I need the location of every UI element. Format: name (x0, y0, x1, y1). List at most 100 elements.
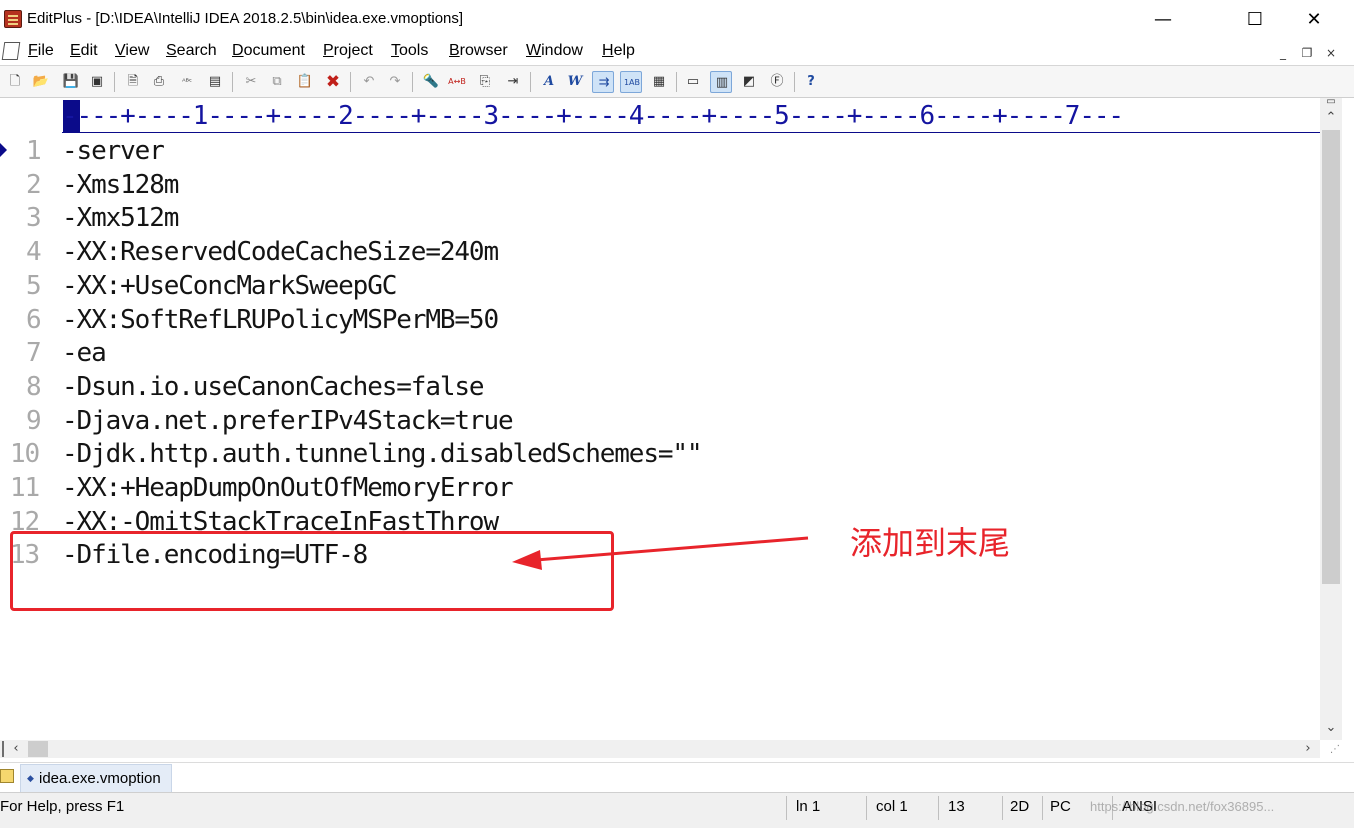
editor-line[interactable]: 5 -XX:+UseConcMarkSweepGC (0, 269, 1320, 303)
code-text[interactable]: -XX:+UseConcMarkSweepGC (62, 269, 397, 303)
menu-help[interactable]: Help (602, 42, 635, 60)
scroll-left-icon[interactable]: ‹ (6, 741, 26, 756)
goto-button[interactable]: ⇥ (502, 71, 524, 93)
modified-dot-icon: ◆ (27, 774, 34, 784)
clipboard-icon: ▤ (208, 74, 222, 89)
editor-line[interactable]: 4 -XX:ReservedCodeCacheSize=240m (0, 235, 1320, 269)
replace-button[interactable]: A↔B (446, 71, 468, 93)
scroll-down-icon[interactable]: ⌄ (1321, 720, 1341, 735)
open-button[interactable]: 📂 (30, 71, 52, 93)
editor-line[interactable]: 7 -ea (0, 336, 1320, 370)
close-button[interactable]: ✕ (1291, 6, 1337, 34)
document-close-button[interactable]: × (1320, 42, 1342, 62)
ruler-button[interactable]: ▦ (648, 71, 670, 93)
undo-button[interactable]: ↶ (358, 71, 380, 93)
redo-button[interactable]: ↷ (384, 71, 406, 93)
menu-tools[interactable]: Tools (391, 42, 428, 60)
toolbar: 🗋 📂 💾 ▣ 🗎 ⎙ ᴬᴮᶜ ▤ ✂ ⧉ 📋 ✖ ↶ ↷ 🔦 A↔B ⎘ ⇥ … (0, 65, 1354, 98)
menu-view[interactable]: View (115, 42, 149, 60)
code-text[interactable]: -XX:SoftRefLRUPolicyMSPerMB=50 (62, 303, 499, 337)
save-all-button[interactable]: ▣ (86, 71, 108, 93)
menu-search[interactable]: Search (166, 42, 217, 60)
editor-line[interactable]: 8 -Dsun.io.useCanonCaches=false (0, 370, 1320, 404)
line-number: 2 (26, 169, 42, 200)
paste-button[interactable]: 📋 (294, 71, 316, 93)
save-button[interactable]: 💾 (60, 71, 82, 93)
code-text[interactable]: -server (62, 134, 165, 168)
browser-button[interactable]: ◩ (738, 71, 760, 93)
menu-document[interactable]: Document (232, 42, 305, 60)
code-text[interactable]: -Xms128m (62, 168, 179, 202)
folder-icon[interactable] (0, 769, 14, 783)
editor-line[interactable]: 2 -Xms128m (0, 168, 1320, 202)
editor-line[interactable]: 10 -Djdk.http.auth.tunneling.disabledSche… (0, 437, 1320, 471)
cut-button[interactable]: ✂ (240, 71, 262, 93)
font-button[interactable]: A (538, 71, 560, 93)
status-column: col 1 (876, 798, 908, 815)
panel-button[interactable]: ▭ (682, 71, 704, 93)
code-text[interactable]: -XX:ReservedCodeCacheSize=240m (62, 235, 499, 269)
line-number-button[interactable]: 1AB (620, 71, 642, 93)
split-handle-icon[interactable]: ▭ (1321, 96, 1341, 107)
indent-button[interactable]: ⇉ (592, 71, 614, 93)
line-number-icon: 1AB (623, 78, 641, 87)
code-text[interactable]: -Djava.net.preferIPv4Stack=true (62, 404, 514, 438)
resize-grip-icon[interactable]: ⋰ (1330, 744, 1340, 755)
menu-browser[interactable]: Browser (449, 42, 508, 60)
cliptext-icon: ▥ (715, 75, 729, 90)
line-number: 1 (26, 136, 42, 166)
code-text[interactable]: -XX:+HeapDumpOnOutOfMemoryError (62, 471, 514, 505)
status-line: ln 1 (796, 798, 821, 815)
delete-button[interactable]: ✖ (322, 71, 344, 93)
scroll-right-icon[interactable]: › (1298, 741, 1318, 756)
line-number: 9 (26, 405, 42, 436)
help-button[interactable]: ? (800, 71, 822, 93)
print-preview-icon: 🗎 (127, 74, 139, 89)
annotation-label: 添加到末尾 (850, 524, 1011, 562)
code-text[interactable]: -Xmx512m (62, 201, 179, 235)
horizontal-scrollbar[interactable] (0, 740, 1320, 758)
document-tab-idea-exe-vmoptions[interactable]: ◆ idea.exe.vmoption (20, 764, 172, 792)
word-wrap-button[interactable]: W (564, 71, 586, 93)
document-restore-button[interactable]: ❐ (1296, 42, 1318, 62)
code-text[interactable]: -Djdk.http.auth.tunneling.disabledScheme… (62, 437, 703, 471)
minimize-button[interactable]: — (1140, 6, 1186, 34)
print-button[interactable]: ⎙ (148, 71, 170, 93)
code-text[interactable]: -Dsun.io.useCanonCaches=false (62, 370, 485, 404)
new-file-button[interactable]: 🗋 (4, 71, 26, 93)
line-number: 7 (26, 338, 42, 369)
goto-icon: ⇥ (507, 74, 519, 89)
print-preview-button[interactable]: 🗎 (122, 71, 144, 93)
function-list-button[interactable]: Ⓕ (766, 71, 788, 93)
maximize-button[interactable]: ☐ (1232, 6, 1278, 34)
menu-file[interactable]: File (28, 42, 54, 60)
menu-window[interactable]: Window (526, 42, 583, 60)
clipboard-button[interactable]: ▤ (204, 71, 226, 93)
find-in-files-button[interactable]: ⎘ (474, 71, 496, 93)
redo-icon: ↷ (389, 74, 401, 89)
menu-edit[interactable]: Edit (70, 42, 98, 60)
menu-project[interactable]: Project (323, 42, 373, 60)
toolbar-separator (114, 72, 115, 92)
hscroll-left-edge (2, 741, 4, 757)
status-separator (786, 796, 787, 820)
editor-line[interactable]: 3 -Xmx512m (0, 201, 1320, 235)
cliptext-button[interactable]: ▥ (710, 71, 732, 93)
document-minimize-button[interactable]: _ (1272, 42, 1294, 62)
document-icon[interactable] (1, 42, 21, 60)
editor-line[interactable]: 11 -XX:+HeapDumpOnOutOfMemoryError (0, 471, 1320, 505)
delete-icon: ✖ (325, 72, 341, 92)
code-text[interactable]: -ea (62, 336, 107, 370)
spell-check-button[interactable]: ᴬᴮᶜ (176, 71, 198, 93)
find-button[interactable]: 🔦 (420, 71, 442, 93)
vertical-scrollbar-thumb[interactable] (1322, 130, 1340, 584)
status-line-format: PC (1050, 798, 1071, 815)
horizontal-scrollbar-thumb[interactable] (28, 741, 48, 757)
editor-line[interactable]: 9 -Djava.net.preferIPv4Stack=true (0, 404, 1320, 438)
editor-line[interactable]: 6 -XX:SoftRefLRUPolicyMSPerMB=50 (0, 303, 1320, 337)
line-number: 10 (10, 439, 40, 470)
find-in-files-icon: ⎘ (479, 74, 491, 89)
scroll-up-icon[interactable]: ⌃ (1321, 110, 1341, 125)
copy-button[interactable]: ⧉ (266, 71, 288, 93)
editor-line[interactable]: 1 -server (0, 134, 1320, 168)
